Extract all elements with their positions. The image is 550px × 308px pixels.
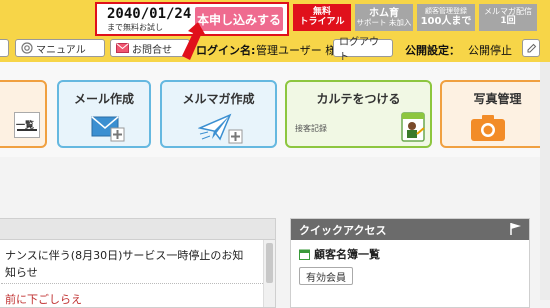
menu-card-chart-subtitle: 接客記録 (295, 124, 327, 133)
menu-card-newsletter[interactable]: メルマガ作成 (160, 80, 277, 148)
menu-card-chart-title: カルテをつける (316, 92, 401, 106)
customer-list-link[interactable]: 顧客名簿一覧 (299, 246, 380, 262)
pencil-icon (527, 43, 536, 52)
news-item-2[interactable]: 前に下ごしらえ (5, 291, 82, 307)
apply-button[interactable]: 本申し込みする (195, 7, 283, 31)
trial-end-date: 2040/01/24 (107, 6, 192, 22)
customer-limit-button[interactable]: 顧客管理登録 100人まで (417, 4, 475, 31)
manual-label: マニュアル (36, 44, 86, 56)
mail-icon (116, 43, 129, 53)
quick-access-title: クイックアクセス (299, 223, 387, 237)
quick-access-panel: クイックアクセス 顧客名簿一覧 有効会員 (290, 218, 530, 308)
customer-limit-line2: 100人まで (420, 15, 472, 27)
menu-card-chart[interactable]: カルテをつける 接客記録 (285, 80, 432, 148)
free-trial-button[interactable]: 無料 トライアル (293, 4, 351, 31)
newsletter-limit-button[interactable]: メルマガ配信 1回 (479, 4, 537, 31)
red-arrow-icon (182, 22, 206, 60)
menu-card-mail-title: メール作成 (73, 92, 134, 106)
news-divider (1, 283, 271, 284)
paper-plane-add-icon (198, 113, 243, 144)
menu-card-mail[interactable]: メール作成 (57, 80, 151, 148)
menu-card-list[interactable]: 一覧 (0, 80, 47, 148)
edit-public-setting-button[interactable] (522, 39, 540, 57)
customer-limit-line1: 顧客管理登録 (425, 7, 467, 16)
homuiku-button[interactable]: ホム育 サポート 未加入 (355, 4, 413, 31)
active-member-button[interactable]: 有効会員 (299, 267, 353, 285)
news-scrollbar[interactable] (263, 240, 275, 307)
list-icon: 一覧 (14, 112, 40, 138)
news-scrollbar-thumb[interactable] (266, 243, 273, 283)
flag-icon (510, 223, 521, 235)
menu-card-strip: 一覧 メール作成 メルマガ作成 カルテをつける 接客記録 写真管理 (0, 62, 550, 157)
menu-card-photo[interactable]: 写真管理 (440, 80, 550, 148)
calendar-icon (299, 249, 310, 260)
page-scroll-edge (540, 62, 550, 300)
customer-record-icon (401, 112, 425, 142)
logout-button[interactable]: ログアウト (333, 37, 393, 63)
mail-add-icon (91, 116, 125, 142)
quick-access-header: クイックアクセス (291, 219, 529, 240)
news-panel-header (0, 219, 275, 240)
news-panel: ナンスに伴う(8月30日)サービス一時停止のお知 知らせ 前に下ごしらえ (0, 218, 276, 308)
top-header: 2040/01/24 まで無料お試し 本申し込みする 無料 トライアル ホム育 … (0, 0, 550, 36)
newsletter-limit-line2: 1回 (500, 15, 516, 26)
news-item-1[interactable]: ナンスに伴う(8月30日)サービス一時停止のお知 (5, 247, 243, 263)
free-trial-line2: トライアル (299, 16, 345, 27)
manual-button[interactable]: マニュアル (15, 39, 105, 57)
public-setting-value: 公開停止 (468, 44, 512, 57)
customer-list-label: 顧客名簿一覧 (314, 248, 380, 261)
nav-bar: マニュアル お問合せ ログイン名: 管理ユーザー 様 ログアウト 公開設定： 公… (0, 36, 550, 63)
contact-label: お問合せ (132, 44, 172, 56)
trial-end-caption: まで無料お試し (107, 23, 163, 32)
news-item-1-cont[interactable]: 知らせ (5, 264, 38, 280)
camera-icon (471, 115, 505, 141)
nav-cutoff-button[interactable] (0, 39, 9, 57)
login-user-name: 管理ユーザー 様 (256, 44, 337, 57)
menu-card-photo-title: 写真管理 (473, 92, 522, 106)
homuiku-line2: サポート 未加入 (356, 17, 412, 27)
manual-icon (21, 42, 33, 54)
menu-card-newsletter-title: メルマガ作成 (182, 92, 255, 106)
public-setting-label: 公開設定： (405, 44, 460, 57)
